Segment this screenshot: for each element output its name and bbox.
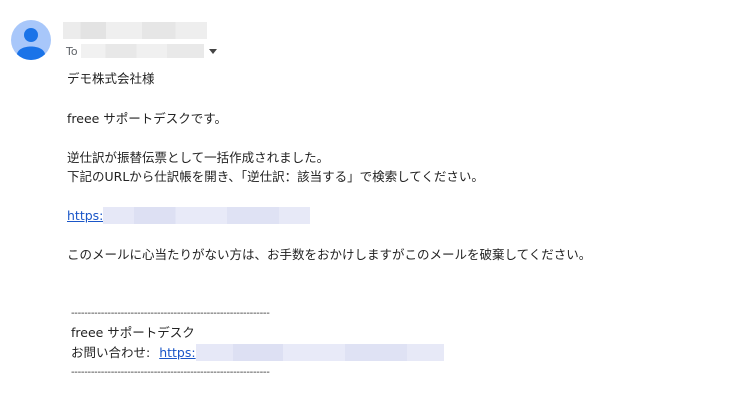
journal-link-row: https: bbox=[67, 207, 311, 225]
journal-link[interactable]: https: bbox=[67, 207, 311, 224]
to-label: To bbox=[66, 44, 78, 58]
signature-divider-top: ----------------------------------------… bbox=[71, 308, 270, 319]
notice-text: このメールに心当たりがない方は、お手数をおかけしますがこのメールを破棄してくださ… bbox=[67, 247, 592, 262]
signature-divider-bottom: ----------------------------------------… bbox=[71, 367, 270, 378]
sender-name-redacted bbox=[63, 22, 207, 39]
link-url-redacted bbox=[103, 207, 311, 224]
recipient-redacted bbox=[80, 44, 204, 58]
body-line-2: 下記のURLから仕訳帳を開き、「逆仕訳：該当する」で検索してください。 bbox=[67, 169, 484, 184]
greeting: デモ株式会社様 bbox=[67, 71, 155, 86]
caret-down-icon[interactable] bbox=[208, 48, 217, 54]
signature-name: freee サポートデスク bbox=[71, 325, 195, 340]
contact-link[interactable]: https: bbox=[159, 344, 444, 361]
signature-contact: お問い合わせ: https: bbox=[71, 344, 444, 362]
sender-avatar[interactable] bbox=[11, 20, 51, 60]
body-line-1: 逆仕訳が振替伝票として一括作成されました。 bbox=[67, 150, 330, 165]
contact-url-redacted bbox=[195, 344, 444, 361]
person-icon bbox=[17, 28, 45, 60]
intro-text: freee サポートデスクです。 bbox=[67, 111, 228, 126]
recipient-line[interactable]: To bbox=[66, 44, 217, 58]
contact-label: お問い合わせ: bbox=[71, 345, 151, 360]
